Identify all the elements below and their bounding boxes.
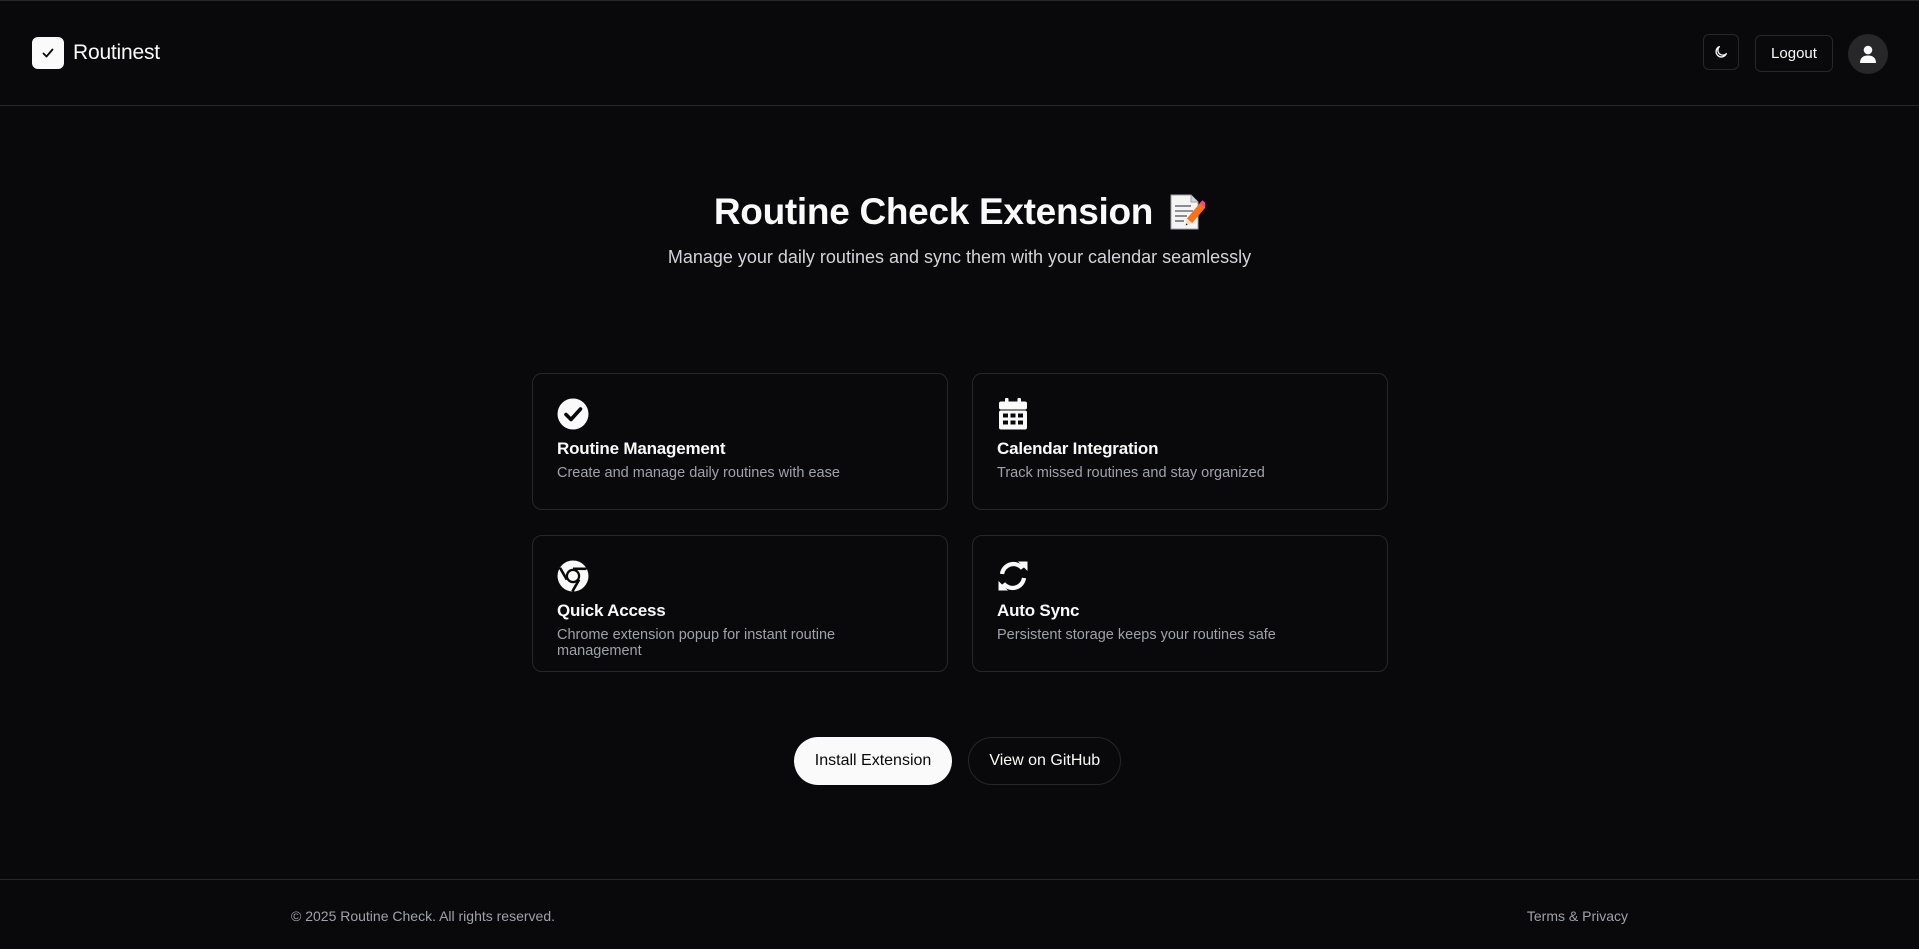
feature-description: Chrome extension popup for instant routi… <box>557 627 836 659</box>
site-header: Routinest Logout <box>0 1 1919 106</box>
view-on-github-button[interactable]: View on GitHub <box>968 737 1122 785</box>
brand-name: Routinest <box>73 41 160 64</box>
feature-description: Persistent storage keeps your routines s… <box>997 627 1276 643</box>
chrome-icon <box>557 560 589 592</box>
feature-card-routine-management: Routine Management Create and manage dai… <box>532 373 948 510</box>
feature-card-auto-sync: Auto Sync Persistent storage keeps your … <box>972 535 1388 672</box>
terms-privacy-link[interactable]: Terms & Privacy <box>1527 908 1628 924</box>
hero: Routine Check Extension Manage your dail… <box>0 187 1919 268</box>
site-footer: © 2025 Routine Check. All rights reserve… <box>0 879 1919 949</box>
page-title-text: Routine Check Extension <box>713 191 1154 232</box>
feature-title: Auto Sync <box>997 601 1080 620</box>
sync-icon <box>998 561 1028 591</box>
feature-description: Track missed routines and stay organized <box>997 465 1265 481</box>
cta-actions: Install Extension View on GitHub <box>0 737 1919 785</box>
check-icon <box>32 37 64 69</box>
feature-card-quick-access: Quick Access Chrome extension popup for … <box>532 535 948 672</box>
feature-title: Routine Management <box>557 439 726 458</box>
copyright-text: © 2025 Routine Check. All rights reserve… <box>291 908 556 924</box>
user-avatar[interactable] <box>1848 34 1888 74</box>
memo-emoji-icon <box>1167 192 1208 232</box>
user-icon <box>1860 45 1876 63</box>
feature-title: Calendar Integration <box>997 439 1159 458</box>
feature-description: Create and manage daily routines with ea… <box>557 465 840 481</box>
feature-card-calendar-integration: Calendar Integration Track missed routin… <box>972 373 1388 510</box>
theme-toggle-button[interactable] <box>1703 34 1739 70</box>
check-circle-icon <box>557 398 589 430</box>
page: Routinest Logout Routine Check Extension <box>0 0 1919 949</box>
install-extension-button[interactable]: Install Extension <box>793 737 953 785</box>
brand[interactable]: Routinest <box>32 37 160 69</box>
feature-grid: Routine Management Create and manage dai… <box>532 373 1388 672</box>
moon-icon <box>1715 46 1727 58</box>
feature-title: Quick Access <box>557 601 666 620</box>
page-subtitle: Manage your daily routines and sync them… <box>667 247 1252 267</box>
page-title: Routine Check Extension <box>713 187 1208 237</box>
calendar-icon <box>999 398 1027 430</box>
logout-button[interactable]: Logout <box>1755 35 1833 72</box>
